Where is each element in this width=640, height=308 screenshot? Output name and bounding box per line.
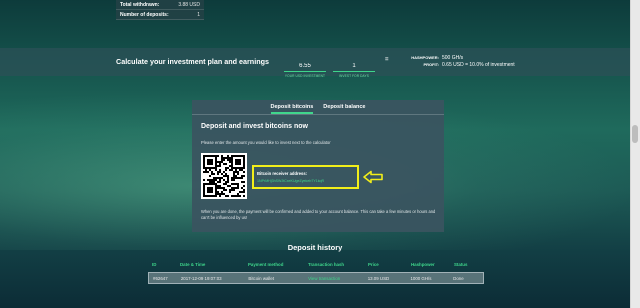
profit-label: PROFIT: — [423, 62, 439, 67]
column-header-price: Price — [368, 262, 379, 267]
deposit-card-title: Deposit and invest bitcoins now — [201, 123, 308, 130]
cell-id: #62647 — [153, 275, 168, 281]
stats-label: Total withdrawn: — [120, 1, 160, 8]
column-header-hashpower: Hashpower — [411, 262, 435, 267]
investment-caption: YOUR USD INVESTMENT — [284, 74, 326, 78]
receiver-address-label: Bitcoin receiver address: — [257, 171, 308, 176]
profit-value: 0.65 USD = 10.0% of investment — [442, 62, 515, 68]
arrow-left-icon — [363, 170, 383, 184]
hashpower-value: 500 GH/s — [442, 55, 464, 61]
receiver-address-value[interactable]: 1NPrMHj3hSWJtCxeKUgeZyekeb7Y1kqR — [257, 179, 354, 183]
history-table-header: ID Date & Time Payment method Transactio… — [148, 262, 484, 272]
cell-datetime: 2017-12-09 19:07:03 — [180, 275, 222, 281]
cell-price: 13.09 USD — [367, 275, 390, 281]
stats-value: 3.88 USD — [178, 1, 200, 8]
stats-row-deposits: Number of deposits: 1 — [116, 10, 204, 20]
tab-deposit-bitcoins[interactable]: Deposit bitcoins — [270, 100, 314, 114]
cell-hashpower: 1000 GH/s — [410, 275, 432, 281]
column-header-id: ID — [152, 262, 157, 267]
calculator-title: Calculate your investment plan and earni… — [116, 57, 269, 66]
equals-sign: = — [385, 57, 389, 63]
investment-input[interactable] — [284, 61, 326, 72]
page-scrollbar[interactable] — [630, 0, 640, 308]
cell-method: Bitcoin wallet — [248, 275, 275, 281]
view-transaction-link[interactable]: View transaction — [308, 276, 368, 281]
hashpower-label: HASHPOWER: — [411, 55, 439, 60]
scrollbar-thumb[interactable] — [632, 125, 638, 143]
card-divider — [192, 114, 444, 115]
table-row: #62647 2017-12-09 19:07:03 Bitcoin walle… — [148, 272, 484, 284]
stats-label: Number of deposits: — [120, 11, 169, 18]
column-header-status: Status — [454, 262, 468, 267]
deposit-instruction: Please enter the amount you would like t… — [201, 140, 331, 145]
days-input[interactable] — [333, 61, 375, 72]
investment-field: YOUR USD INVESTMENT — [284, 54, 326, 78]
deposit-tabs: Deposit bitcoins Deposit balance — [192, 100, 444, 114]
bitcoin-qr-code — [201, 153, 247, 199]
deposit-history-title: Deposit history — [287, 243, 343, 252]
deposit-notice: When you are done, the payment will be c… — [201, 209, 436, 220]
days-caption: INVEST FOR DAYS — [339, 74, 369, 78]
receiver-address-box: Bitcoin receiver address: 1NPrMHj3hSWJtC… — [252, 165, 359, 189]
profit-result: PROFIT: 0.65 USD = 10.0% of investment — [405, 62, 515, 68]
days-field: INVEST FOR DAYS — [333, 54, 375, 78]
tab-deposit-balance[interactable]: Deposit balance — [323, 100, 365, 114]
cell-status: Done — [453, 275, 464, 281]
column-header-datetime: Date & Time — [180, 262, 206, 267]
column-header-hash: Transaction hash — [308, 262, 345, 267]
stats-row-withdrawn: Total withdrawn: 3.88 USD — [116, 0, 204, 10]
stats-value: 1 — [197, 11, 200, 18]
column-header-method: Payment method — [248, 262, 284, 267]
hashpower-result: HASHPOWER: 500 GH/s — [405, 55, 463, 61]
account-stats-table: Total withdrawn: 3.88 USD Number of depo… — [116, 0, 204, 20]
